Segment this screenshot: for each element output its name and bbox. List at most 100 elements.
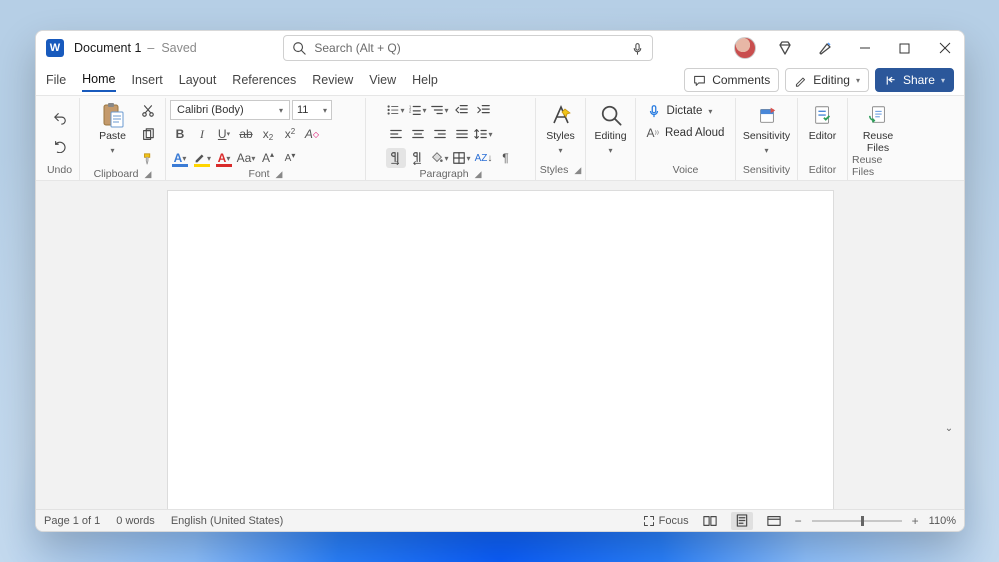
- search-box[interactable]: Search (Alt + Q): [283, 35, 653, 61]
- font-dialog-launcher-icon[interactable]: ◢: [276, 169, 283, 180]
- read-mode-view-button[interactable]: [699, 512, 721, 530]
- shading-button[interactable]: ▾: [430, 148, 450, 168]
- reuse-files-button[interactable]: Reuse Files: [854, 100, 902, 154]
- group-voice: Dictate▾ A⁾⁾ Read Aloud Voice: [636, 98, 736, 180]
- tab-view[interactable]: View: [369, 69, 396, 91]
- document-title[interactable]: Document 1: [74, 41, 141, 55]
- align-center-button[interactable]: [408, 124, 428, 144]
- font-size-combo[interactable]: 11▾: [292, 100, 332, 120]
- line-spacing-button[interactable]: ▾: [474, 124, 494, 144]
- document-canvas[interactable]: [36, 181, 964, 509]
- ltr-direction-button[interactable]: [386, 148, 406, 168]
- zoom-slider[interactable]: [812, 520, 902, 522]
- ribbon-tabs: File Home Insert Layout References Revie…: [36, 65, 964, 95]
- group-font: Calibri (Body)▾ 11▾ B I U▾ ab x2 x2 A◇ A…: [166, 98, 366, 180]
- page[interactable]: [168, 191, 833, 509]
- font-color-button[interactable]: A▾: [214, 148, 234, 168]
- maximize-button[interactable]: [886, 31, 924, 65]
- close-button[interactable]: [926, 31, 964, 65]
- zoom-in-button[interactable]: +: [912, 514, 919, 528]
- tab-insert[interactable]: Insert: [132, 69, 163, 91]
- numbering-button[interactable]: 12▾: [408, 100, 428, 120]
- sort-button[interactable]: AZ↓: [474, 148, 494, 168]
- tab-layout[interactable]: Layout: [179, 69, 217, 91]
- borders-button[interactable]: ▾: [452, 148, 472, 168]
- status-bar: Page 1 of 1 0 words English (United Stat…: [36, 509, 964, 531]
- strikethrough-button[interactable]: ab: [236, 124, 256, 144]
- share-icon: [884, 74, 897, 87]
- ribbon-collapse-button[interactable]: ⌄: [940, 419, 958, 437]
- group-sensitivity: Sensitivity▾ Sensitivity: [736, 98, 798, 180]
- editing-button[interactable]: Editing▾: [587, 100, 635, 155]
- save-status: – Saved: [147, 41, 196, 55]
- mic-icon[interactable]: [631, 42, 644, 55]
- group-label-sensitivity: Sensitivity: [743, 164, 790, 178]
- tab-home[interactable]: Home: [82, 68, 115, 92]
- status-language[interactable]: English (United States): [171, 515, 284, 527]
- decrease-indent-button[interactable]: [452, 100, 472, 120]
- text-effects-button[interactable]: A▾: [170, 148, 190, 168]
- copy-button[interactable]: [139, 126, 157, 144]
- coming-soon-icon[interactable]: [806, 31, 844, 65]
- styles-dialog-launcher-icon[interactable]: ◢: [574, 165, 581, 176]
- zoom-level[interactable]: 110%: [929, 515, 956, 527]
- grow-font-button[interactable]: A▴: [258, 148, 278, 168]
- editor-button[interactable]: Editor: [799, 100, 847, 143]
- rtl-direction-button[interactable]: [408, 148, 428, 168]
- comments-button[interactable]: Comments: [684, 68, 779, 92]
- dictate-button[interactable]: Dictate▾: [647, 104, 713, 118]
- web-layout-view-button[interactable]: [763, 512, 785, 530]
- tab-review[interactable]: Review: [312, 69, 353, 91]
- multilevel-list-button[interactable]: ▾: [430, 100, 450, 120]
- underline-button[interactable]: U▾: [214, 124, 234, 144]
- group-clipboard: Paste ▾ Clipboard◢: [80, 98, 166, 180]
- tab-file[interactable]: File: [46, 69, 66, 91]
- increase-indent-button[interactable]: [474, 100, 494, 120]
- comment-icon: [693, 74, 706, 87]
- read-aloud-button[interactable]: A⁾⁾ Read Aloud: [647, 126, 725, 140]
- editing-mode-button[interactable]: Editing▾: [785, 68, 869, 92]
- bullets-button[interactable]: ▾: [386, 100, 406, 120]
- align-right-button[interactable]: [430, 124, 450, 144]
- justify-button[interactable]: [452, 124, 472, 144]
- clipboard-dialog-launcher-icon[interactable]: ◢: [145, 169, 152, 180]
- group-label-reuse: Reuse Files: [852, 154, 904, 180]
- paragraph-dialog-launcher-icon[interactable]: ◢: [475, 169, 482, 180]
- focus-mode-button[interactable]: Focus: [643, 515, 689, 527]
- superscript-button[interactable]: x2: [280, 124, 300, 144]
- cut-button[interactable]: [139, 102, 157, 120]
- status-page[interactable]: Page 1 of 1: [44, 515, 100, 527]
- styles-button[interactable]: Styles▾: [537, 100, 585, 155]
- bold-button[interactable]: B: [170, 124, 190, 144]
- minimize-button[interactable]: [846, 31, 884, 65]
- share-button[interactable]: Share▾: [875, 68, 954, 92]
- font-name-combo[interactable]: Calibri (Body)▾: [170, 100, 290, 120]
- zoom-out-button[interactable]: −: [795, 514, 802, 528]
- align-left-button[interactable]: [386, 124, 406, 144]
- status-word-count[interactable]: 0 words: [116, 515, 155, 527]
- tab-references[interactable]: References: [232, 69, 296, 91]
- svg-text:2: 2: [409, 109, 412, 114]
- highlight-color-button[interactable]: ▾: [192, 148, 212, 168]
- redo-button[interactable]: [50, 136, 70, 156]
- clear-formatting-button[interactable]: A◇: [302, 124, 322, 144]
- group-label-voice: Voice: [673, 164, 699, 178]
- show-marks-button[interactable]: ¶: [496, 148, 516, 168]
- italic-button[interactable]: I: [192, 124, 212, 144]
- change-case-button[interactable]: Aa▾: [236, 148, 256, 168]
- group-label-font: Font◢: [249, 168, 283, 182]
- paste-button[interactable]: Paste ▾: [89, 100, 137, 155]
- group-label-clipboard: Clipboard◢: [94, 168, 152, 182]
- account-avatar[interactable]: [726, 31, 764, 65]
- shrink-font-button[interactable]: A▾: [280, 148, 300, 168]
- tab-help[interactable]: Help: [412, 69, 438, 91]
- group-label-paragraph: Paragraph◢: [420, 168, 482, 182]
- group-styles: Styles▾ Styles◢: [536, 98, 586, 180]
- sensitivity-button[interactable]: Sensitivity▾: [743, 100, 791, 155]
- subscript-button[interactable]: x2: [258, 124, 278, 144]
- undo-button[interactable]: [50, 108, 70, 128]
- premium-diamond-icon[interactable]: [766, 31, 804, 65]
- print-layout-view-button[interactable]: [731, 512, 753, 530]
- group-reuse-files: Reuse Files Reuse Files: [848, 98, 908, 180]
- format-painter-button[interactable]: [139, 150, 157, 168]
